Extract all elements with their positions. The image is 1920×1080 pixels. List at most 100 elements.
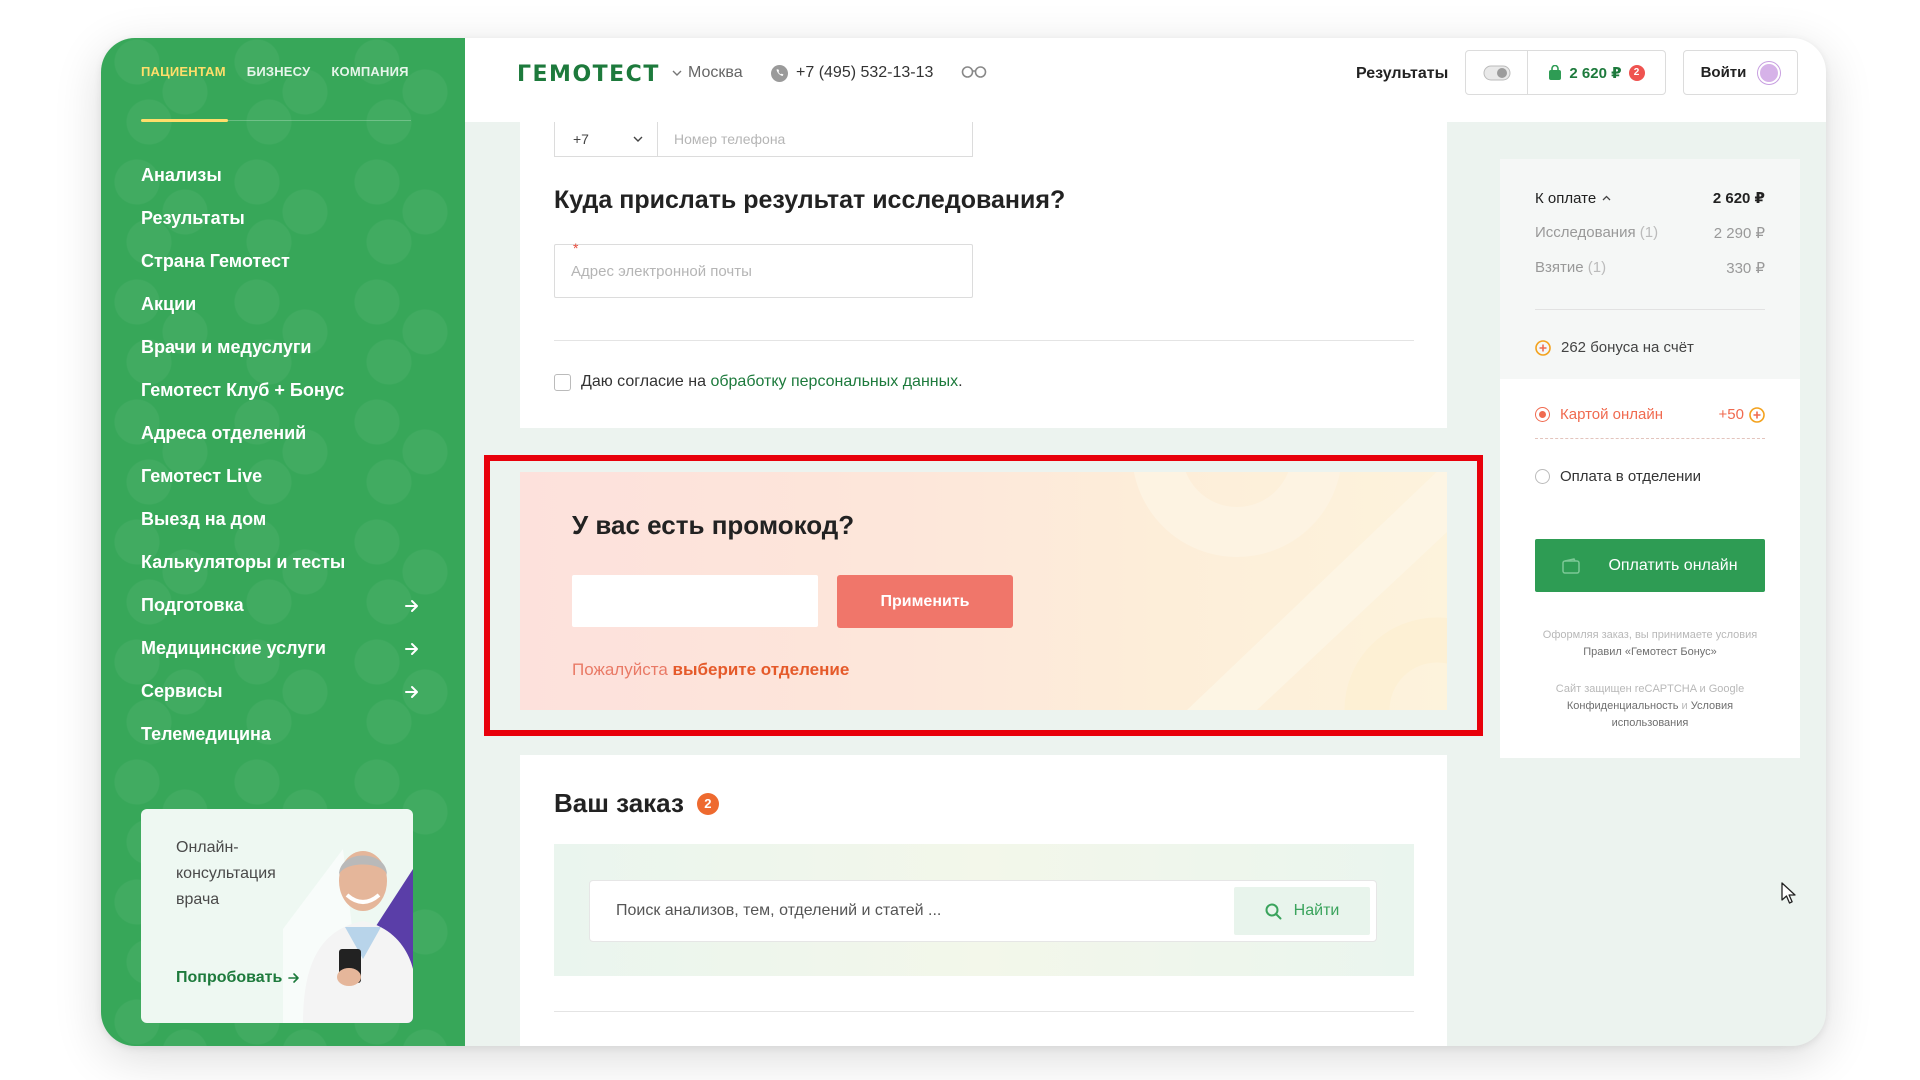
sidebar-item-services[interactable]: Сервисы — [141, 670, 421, 713]
arrow-right-icon — [405, 642, 418, 655]
tab-business[interactable]: БИЗНЕСУ — [247, 64, 311, 79]
summary-totals: К оплате 2 620 ₽ Исследования (1) 2 290 … — [1500, 159, 1800, 379]
recaptcha-and: и — [1681, 700, 1688, 712]
app-window: ПАЦИЕНТАМ БИЗНЕСУ КОМПАНИЯ Анализы Резул… — [101, 38, 1826, 1046]
sidebar-item-addresses[interactable]: Адреса отделений — [141, 412, 421, 455]
sidebar-item-calculators[interactable]: Калькуляторы и тесты — [141, 541, 421, 584]
theme-toggle[interactable] — [1465, 50, 1528, 95]
try-link-label: Попробовать — [176, 969, 283, 986]
pay-card-option[interactable]: Картой онлайн +50 — [1535, 406, 1765, 423]
studies-row: Исследования (1) 2 290 ₽ — [1535, 224, 1765, 242]
studies-label: Исследования (1) — [1535, 224, 1658, 242]
phone-icon — [771, 64, 788, 82]
divider — [554, 1011, 1414, 1012]
doctor-illustration — [283, 849, 413, 1023]
results-link[interactable]: Результаты — [1356, 65, 1448, 83]
contact-form-card: +7 Номер телефона Куда прислать результа… — [520, 122, 1447, 428]
terms-note: Оформляя заказ, вы принимаете условия Пр… — [1535, 627, 1765, 661]
sampling-count: (1) — [1587, 259, 1607, 276]
phone-input[interactable]: Номер телефона — [658, 122, 972, 156]
privacy-link[interactable]: Конфиденциальность — [1567, 700, 1679, 712]
to-pay-value: 2 620 ₽ — [1712, 190, 1765, 207]
sidebar-item-label: Телемедицина — [141, 724, 271, 744]
consent-row: Даю согласие на обработку персональных д… — [554, 373, 963, 391]
pay-card-label: Картой онлайн — [1560, 406, 1664, 423]
sidebar-item-results[interactable]: Результаты — [141, 197, 421, 240]
tab-company[interactable]: КОМПАНИЯ — [331, 64, 408, 79]
wallet-icon — [1562, 557, 1581, 574]
sidebar-item-label: Медицинские услуги — [141, 638, 326, 658]
pay-card-bonus-value: +50 — [1718, 406, 1744, 423]
sidebar-item-live[interactable]: Гемотест Live — [141, 455, 421, 498]
phone-link[interactable]: +7 (495) 532-13-13 — [771, 64, 933, 82]
sidebar-item-label: Подготовка — [141, 595, 244, 615]
sidebar: ПАЦИЕНТАМ БИЗНЕСУ КОМПАНИЯ Анализы Резул… — [101, 38, 465, 1046]
sampling-label-text: Взятие — [1535, 259, 1584, 276]
bonus-rules-link[interactable]: Правил «Гемотест Бонус» — [1583, 646, 1717, 658]
avatar — [1758, 61, 1781, 84]
top-header: ГЕМОТЕСТ Москва +7 (495) 532-13-13 Резул… — [465, 38, 1826, 122]
cart-total: 2 620 ₽ — [1569, 64, 1622, 82]
sidebar-item-home-visit[interactable]: Выезд на дом — [141, 498, 421, 541]
consultation-promo-card[interactable]: Онлайн-консультация врача Попробовать — [141, 809, 413, 1023]
city-label: Москва — [688, 64, 743, 81]
tab-patients[interactable]: ПАЦИЕНТАМ — [141, 64, 226, 79]
search-button[interactable]: Найти — [1234, 887, 1370, 935]
sidebar-item-label: Анализы — [141, 165, 222, 185]
divider — [1535, 309, 1765, 310]
pay-online-label: Оплатить онлайн — [1608, 556, 1738, 574]
arrow-right-icon — [405, 685, 418, 698]
order-count-badge: 2 — [696, 792, 719, 815]
sidebar-item-label: Врачи и медуслуги — [141, 337, 312, 357]
sidebar-item-preparation[interactable]: Подготовка — [141, 584, 421, 627]
sidebar-item-telemedicine[interactable]: Телемедицина — [141, 713, 421, 756]
sidebar-item-medical-services[interactable]: Медицинские услуги — [141, 627, 421, 670]
sidebar-item-country[interactable]: Страна Гемотест — [141, 240, 421, 283]
sidebar-item-analyses[interactable]: Анализы — [141, 154, 421, 197]
search-button-label: Найти — [1293, 902, 1340, 919]
recaptcha-note: Сайт защищен reCAPTCHA и Google Конфиден… — [1535, 681, 1765, 732]
to-pay-label-text: К оплате — [1535, 189, 1597, 207]
chevron-down-icon — [633, 136, 643, 142]
toggle-icon — [1483, 65, 1510, 80]
search-input[interactable]: Поиск анализов, тем, отделений и статей … — [589, 880, 1377, 942]
cart-count-badge: 2 — [1628, 64, 1645, 81]
country-code-select[interactable]: +7 — [555, 122, 658, 156]
cart-button[interactable]: 2 620 ₽ 2 — [1527, 50, 1666, 95]
email-field[interactable]: * Адрес электронной почты — [554, 240, 973, 298]
sidebar-item-club[interactable]: Гемотест Клуб + Бонус — [141, 369, 421, 412]
sampling-row: Взятие (1) 330 ₽ — [1535, 259, 1765, 277]
promo-card-text: Онлайн-консультация врача — [176, 839, 276, 908]
pay-card-bonus: +50 — [1719, 406, 1765, 423]
sidebar-item-promotions[interactable]: Акции — [141, 283, 421, 326]
accessibility-glasses-icon[interactable] — [961, 65, 987, 79]
active-tab-indicator — [141, 119, 228, 122]
order-title-text: Ваш заказ — [554, 788, 684, 818]
login-button[interactable]: Войти — [1683, 50, 1798, 95]
result-delivery-title: Куда прислать результат исследования? — [554, 186, 1066, 214]
consent-label: Даю согласие на обработку персональных д… — [581, 373, 963, 391]
phone-field: +7 Номер телефона — [554, 122, 973, 157]
order-card: Ваш заказ 2 Поиск анализов, тем, отделен… — [520, 755, 1447, 1046]
consent-checkbox[interactable] — [554, 373, 571, 391]
search-band: Поиск анализов, тем, отделений и статей … — [554, 844, 1414, 976]
arrow-right-icon — [288, 973, 300, 983]
plus-circle-icon — [1749, 406, 1765, 423]
radio-selected[interactable] — [1535, 407, 1550, 422]
to-pay-row[interactable]: К оплате 2 620 ₽ — [1535, 189, 1765, 208]
sidebar-item-doctors[interactable]: Врачи и медуслуги — [141, 326, 421, 369]
pay-branch-option[interactable]: Оплата в отделении — [1535, 468, 1765, 485]
sidebar-menu: Анализы Результаты Страна Гемотест Акции… — [141, 154, 421, 756]
sidebar-item-label: Гемотест Live — [141, 466, 263, 486]
try-link[interactable]: Попробовать — [176, 969, 300, 987]
pay-online-button[interactable]: Оплатить онлайн — [1535, 539, 1765, 592]
sidebar-item-label: Акции — [141, 294, 197, 314]
radio-unselected[interactable] — [1535, 469, 1550, 484]
consent-end: . — [958, 373, 963, 390]
sidebar-tabs: ПАЦИЕНТАМ БИЗНЕСУ КОМПАНИЯ — [141, 64, 409, 79]
studies-label-text: Исследования — [1535, 224, 1636, 241]
city-selector[interactable]: Москва — [672, 64, 743, 82]
country-code-value: +7 — [573, 131, 589, 147]
personal-data-link[interactable]: обработку персональных данных — [710, 373, 958, 390]
logo[interactable]: ГЕМОТЕСТ — [517, 62, 660, 87]
